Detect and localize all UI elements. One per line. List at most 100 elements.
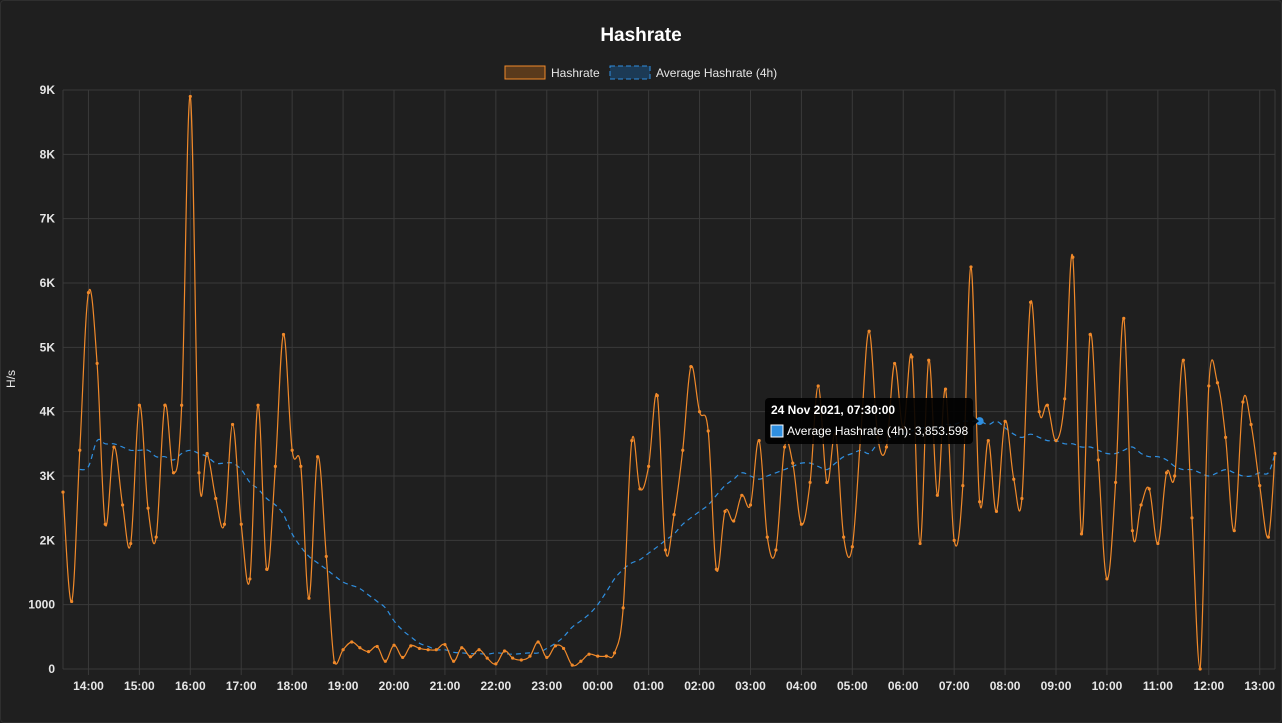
hashrate-point	[961, 484, 965, 488]
hashrate-point	[358, 646, 362, 650]
hashrate-point	[316, 455, 320, 459]
hashrate-point	[78, 448, 82, 452]
hashrate-point	[587, 652, 591, 656]
hashrate-point	[765, 535, 769, 539]
hashrate-point	[383, 659, 387, 663]
hashrate-point	[1105, 577, 1109, 581]
hashrate-point	[485, 656, 489, 660]
hashrate-point	[663, 548, 668, 552]
hashrate-point	[256, 403, 260, 407]
hashrate-point	[1122, 316, 1126, 320]
y-tick-label: 2K	[40, 533, 56, 547]
hashrate-point	[553, 644, 558, 648]
x-tick-label: 19:00	[328, 679, 359, 693]
x-tick-label: 01:00	[633, 679, 664, 693]
hashrate-point	[1147, 487, 1151, 491]
hashrate-point	[120, 503, 125, 507]
hashrate-point	[1063, 397, 1067, 401]
x-tick-label: 10:00	[1092, 679, 1123, 693]
hashrate-point	[1003, 419, 1007, 423]
hashrate-point	[61, 490, 65, 494]
hashrate-point	[918, 541, 922, 546]
hashrate-point	[884, 445, 889, 449]
hashrate-point	[1232, 529, 1236, 533]
legend-item-hashrate[interactable]: Hashrate	[504, 65, 600, 80]
hashrate-point	[1198, 667, 1202, 671]
hashrate-point	[986, 439, 990, 443]
y-tick-label: 6K	[40, 276, 56, 290]
hashrate-point	[579, 659, 583, 663]
legend[interactable]: Hashrate Average Hashrate (4h)	[504, 65, 777, 80]
hashrate-point	[214, 496, 218, 501]
hashrate-point	[451, 659, 456, 663]
hashrate-point	[1190, 516, 1194, 520]
hashrate-point	[1241, 400, 1245, 404]
hashrate-point	[1273, 451, 1277, 456]
hashrate-point	[1114, 480, 1118, 485]
hashrate-point	[892, 361, 897, 366]
hashrate-point	[655, 393, 659, 398]
hashrate-point	[171, 471, 176, 475]
hashrate-point	[137, 403, 141, 407]
hashrate-point	[1088, 332, 1092, 337]
hashrate-point	[511, 656, 515, 660]
hashrate-point	[1071, 255, 1075, 259]
hashrate-point	[273, 464, 277, 468]
y-axis: 0 1000 2K 3K 4K 5K 6K 7K 8K 9K	[28, 83, 55, 676]
hashrate-point	[1173, 474, 1177, 478]
legend-swatch-average	[609, 65, 651, 80]
hashrate-point	[621, 606, 625, 610]
hashrate-point	[723, 509, 727, 513]
hashrate-point	[816, 384, 820, 388]
x-tick-label: 12:00	[1193, 679, 1224, 693]
hashrate-point	[570, 663, 574, 667]
hashrate-point	[265, 567, 269, 571]
hashrate-point	[1258, 484, 1262, 488]
x-tick-label: 05:00	[837, 679, 868, 693]
x-tick-label: 14:00	[73, 679, 104, 693]
hashrate-point	[70, 599, 74, 604]
hashrate-point	[129, 541, 133, 546]
hashrate-point	[1079, 532, 1084, 536]
hashrate-point	[612, 651, 617, 655]
hashrate-point	[222, 522, 227, 526]
hashrate-point	[630, 439, 634, 443]
x-tick-label: 00:00	[582, 679, 613, 693]
hashrate-point	[681, 448, 685, 452]
hashrate-point	[1012, 477, 1016, 481]
hashrate-point	[927, 358, 931, 362]
hashrate-point	[943, 387, 948, 391]
x-tick-label: 02:00	[684, 679, 715, 693]
x-tick-label: 06:00	[888, 679, 919, 693]
hashrate-point	[808, 480, 812, 485]
hashrate-point	[1156, 541, 1160, 546]
chart-title: Hashrate	[600, 25, 681, 46]
hashrate-point	[307, 596, 311, 600]
hashrate-point	[545, 655, 549, 660]
hashrate-point	[1028, 300, 1033, 304]
hashrate-point	[477, 648, 481, 652]
hashrate-point	[935, 493, 939, 497]
hashrate-point	[647, 464, 651, 468]
x-tick-label: 21:00	[430, 679, 461, 693]
hashrate-point	[366, 650, 371, 654]
x-tick-label: 13:00	[1244, 679, 1275, 693]
hashrate-point	[1020, 496, 1024, 501]
hashrate-point	[468, 655, 472, 659]
hashrate-point	[188, 94, 192, 99]
x-tick-label: 09:00	[1041, 679, 1072, 693]
hashrate-point	[95, 361, 99, 366]
hashrate-point	[774, 548, 778, 552]
hashrate-point	[163, 403, 167, 407]
tooltip-title: 24 Nov 2021, 07:30:00	[771, 403, 895, 417]
legend-item-average-hashrate[interactable]: Average Hashrate (4h)	[609, 65, 777, 80]
y-tick-label: 7K	[40, 212, 56, 226]
hashrate-point	[290, 448, 294, 452]
hashrate-point	[672, 513, 676, 517]
hashrate-point	[1054, 439, 1058, 443]
legend-swatch-hashrate	[504, 65, 546, 80]
hashrate-point	[536, 640, 540, 644]
y-tick-label: 9K	[40, 83, 56, 97]
hashrate-point	[502, 649, 507, 653]
x-tick-label: 08:00	[990, 679, 1021, 693]
